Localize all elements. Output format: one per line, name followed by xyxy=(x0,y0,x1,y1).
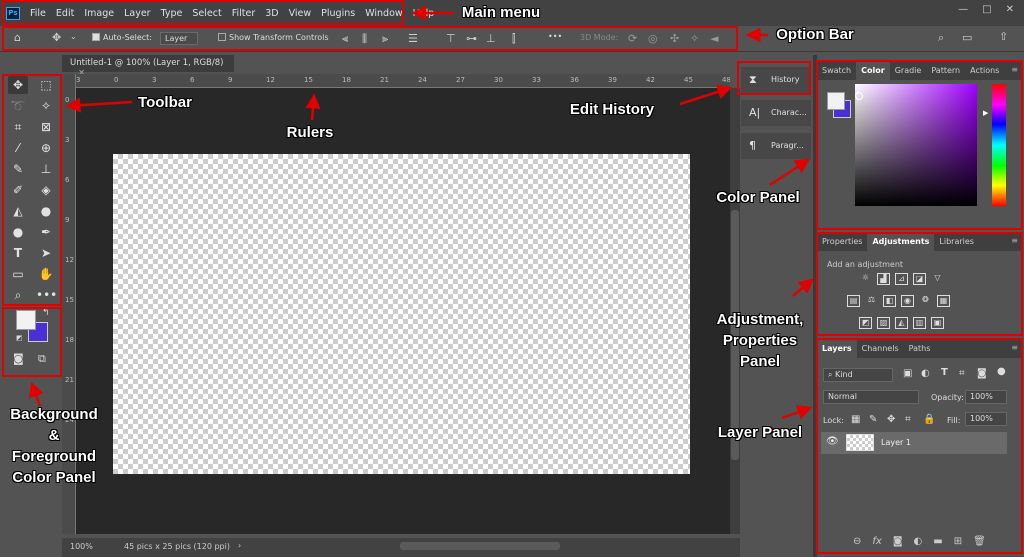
arrow-history-spacer xyxy=(662,114,664,116)
annotation-toolbar: Toolbar xyxy=(138,94,192,111)
arrow-bg-fg xyxy=(29,381,44,407)
annotation-option-bar: Option Bar xyxy=(776,26,854,43)
arrow-color-panel xyxy=(769,158,811,187)
annotation-color-panel: Color Panel xyxy=(716,189,800,206)
annotation-edit-history: Edit History xyxy=(569,101,655,118)
annotation-bg-fg-panel: Background & Foreground Color Panel xyxy=(10,406,98,486)
annotation-adjustment-panel: Adjustment, Properties Panel xyxy=(716,311,804,370)
annotation-main-menu: Main menu xyxy=(461,4,541,21)
arrow-rulers xyxy=(305,93,321,121)
arrow-history xyxy=(679,84,733,106)
annotation-rulers: Rulers xyxy=(286,124,334,141)
annotation-arrows xyxy=(29,5,814,420)
arrow-layers xyxy=(781,405,813,420)
arrow-toolbar xyxy=(65,97,133,113)
annotation-layer-panel: Layer Panel xyxy=(717,424,803,441)
arrow-adjustments xyxy=(792,278,814,297)
